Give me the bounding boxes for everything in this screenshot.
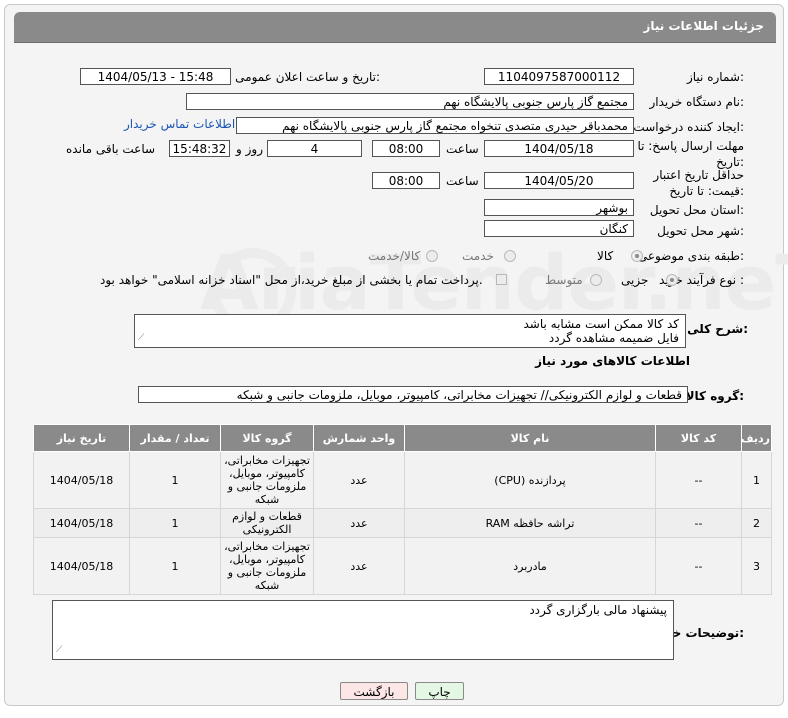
cell-group: تجهیزات مخابراتی، کامپیوتر، موبایل، ملزو… [220,451,314,509]
col-header-name: نام کالا [404,424,656,452]
cell-unit: عدد [313,508,405,538]
cell-name: مادربرد [404,537,656,595]
page-title: جزئیات اطلاعات نیاز [643,19,764,33]
col-header-date: تاریخ نیاز [33,424,130,452]
deadline-date-field[interactable]: 1404/05/18 [484,140,634,157]
cell-qty: 1 [129,451,221,509]
process-option-minor: جزیی [621,273,649,287]
cell-unit: عدد [313,537,405,595]
validity-date-field[interactable]: 1404/05/20 [484,172,634,189]
remaining-time-field[interactable]: 15:48:32 [169,140,230,157]
table-row[interactable]: 1 -- پردازنده (CPU) عدد تجهیزات مخابراتی… [33,451,772,509]
validity-time-field[interactable]: 08:00 [372,172,440,189]
cell-code: -- [655,537,742,595]
cell-row: 2 [741,508,772,538]
items-table: ردیف کد کالا نام کالا واحد شمارش گروه کا… [33,424,772,595]
deadline-days-field[interactable]: 4 [267,140,362,157]
category-option-service: خدمت [462,249,494,263]
cell-date: 1404/05/18 [33,508,130,538]
city-field[interactable]: کنگان [484,220,634,237]
description-line-2: فایل ضمیمه مشاهده گردد [548,331,679,345]
cell-date: 1404/05/18 [33,537,130,595]
deadline-time-label: ساعت [446,142,479,156]
table-header-row: ردیف کد کالا نام کالا واحد شمارش گروه کا… [33,424,772,452]
print-button[interactable]: چاپ [415,682,464,700]
goods-group-field[interactable]: قطعات و لوازم الکترونیکی// تجهیزات مخابر… [138,386,688,403]
category-option-both: کالا/خدمت [368,249,421,263]
treasury-checkbox[interactable] [496,274,507,285]
panel-header: جزئیات اطلاعات نیاز [14,12,776,43]
description-line-1: کد کالا ممکن است مشابه باشد [523,317,679,331]
requester-label: ایجاد کننده درخواست: [633,120,744,134]
need-number-field[interactable]: 1104097587000112 [484,68,634,85]
requester-field[interactable]: محمدباقر حیدری متصدی تنخواه مجتمع گاز پا… [236,117,634,134]
validity-time-label: ساعت [446,174,479,188]
category-radio-both[interactable] [426,250,438,262]
col-header-row: ردیف [741,424,772,452]
goods-section-title: اطلاعات کالاهای مورد نیاز [535,354,690,368]
deadline-label: مهلت ارسال پاسخ: تا تاریخ: [637,139,744,169]
buyer-notes-textarea[interactable]: پیشنهاد مالی بارگزاری گردد ⟋ [52,600,674,660]
province-label: استان محل تحویل: [649,203,744,217]
category-radio-goods[interactable] [631,250,643,262]
deadline-days-label: روز و [236,142,263,156]
table-row[interactable]: 3 -- مادربرد عدد تجهیزات مخابراتی، کامپی… [33,537,772,595]
process-option-medium: متوسط [545,273,583,287]
back-button[interactable]: بازگشت [340,682,408,700]
buyer-notes-text: پیشنهاد مالی بارگزاری گردد [529,603,667,617]
cell-qty: 1 [129,508,221,538]
announce-label: تاریخ و ساعت اعلان عمومی: [235,70,380,84]
city-label: شهر محل تحویل: [657,224,744,238]
cell-code: -- [655,508,742,538]
buyer-label: نام دستگاه خریدار: [649,95,745,109]
process-radio-medium[interactable] [590,274,602,286]
cell-row: 1 [741,451,772,509]
category-radio-service[interactable] [504,250,516,262]
validity-label: حداقل تاریخ اعتبار قیمت: تا تاریخ: [653,168,744,198]
col-header-unit: واحد شمارش [313,424,405,452]
cell-name: تراشه حافظه RAM [404,508,656,538]
resize-grip-icon: ⟋ [138,333,145,343]
cell-date: 1404/05/18 [33,451,130,509]
deadline-time-field[interactable]: 08:00 [372,140,440,157]
resize-grip-icon: ⟋ [56,645,63,655]
buyer-contact-link[interactable]: اطلاعات تماس خریدار [124,117,235,131]
col-header-group: گروه کالا [220,424,314,452]
process-radio-minor[interactable] [666,274,678,286]
col-header-qty: تعداد / مقدار [129,424,221,452]
cell-qty: 1 [129,537,221,595]
remaining-time-label: ساعت باقی مانده [66,142,156,156]
category-label: طبقه بندی موضوعی: [637,249,744,263]
cell-group: تجهیزات مخابراتی، کامپیوتر، موبایل، ملزو… [220,537,314,595]
cell-unit: عدد [313,451,405,509]
need-number-label: شماره نیاز: [686,70,744,84]
province-field[interactable]: بوشهر [484,199,634,216]
cell-code: -- [655,451,742,509]
table-row[interactable]: 2 -- تراشه حافظه RAM عدد قطعات و لوازم ا… [33,508,772,538]
cell-group: قطعات و لوازم الکترونیکی [220,508,314,538]
col-header-code: کد کالا [655,424,742,452]
category-option-goods: کالا [597,249,614,263]
treasury-note: پرداخت تمام یا بخشی از مبلغ خرید،از محل … [100,273,483,287]
cell-name: پردازنده (CPU) [404,451,656,509]
cell-row: 3 [741,537,772,595]
goods-group-label: گروه کالا: [685,389,744,403]
description-textarea[interactable]: کد کالا ممکن است مشابه باشد فایل ضمیمه م… [134,314,686,348]
announce-field[interactable]: 1404/05/13 - 15:48 [80,68,231,85]
buyer-field[interactable]: مجتمع گاز پارس جنوبی پالایشگاه نهم [186,93,634,110]
